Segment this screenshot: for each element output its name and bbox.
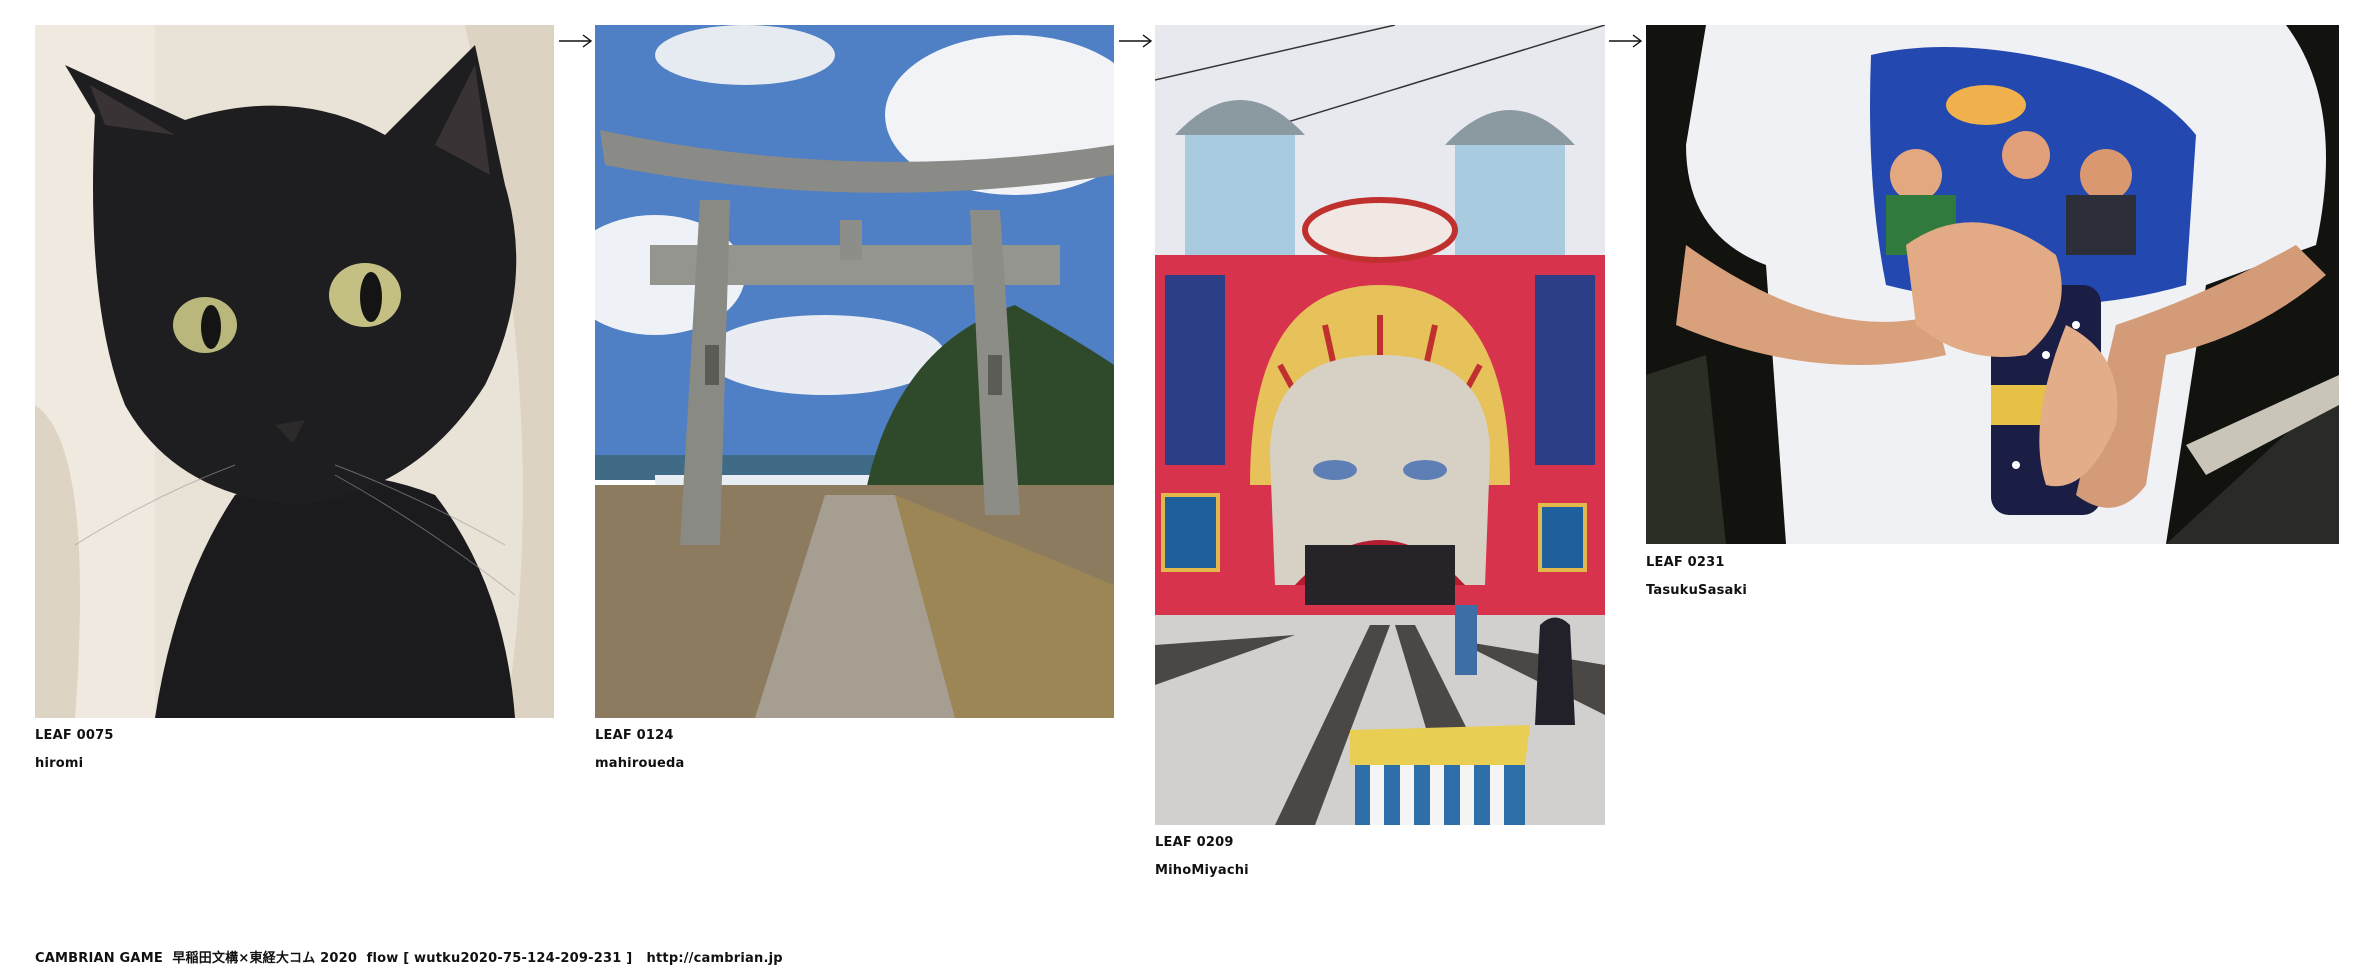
leaf-photo-tshirt[interactable] xyxy=(1646,25,2339,544)
flow-arrow-icon xyxy=(559,32,593,50)
tshirt-image xyxy=(1646,25,2339,544)
leaf-photo-cat[interactable] xyxy=(35,25,554,718)
flow-arrow-icon xyxy=(1119,32,1153,50)
leaf-id: LEAF 0209 xyxy=(1155,835,1234,850)
leaf-photo-luna-park[interactable] xyxy=(1155,25,1605,825)
leaf-id: LEAF 0231 xyxy=(1646,555,1725,570)
leaf-id: LEAF 0075 xyxy=(35,728,114,743)
leaf-id: LEAF 0124 xyxy=(595,728,674,743)
flow-arrow-icon xyxy=(1609,32,1643,50)
leaf-author[interactable]: TasukuSasaki xyxy=(1646,583,1747,598)
leaf-author[interactable]: MihoMiyachi xyxy=(1155,863,1249,878)
luna-park-image xyxy=(1155,25,1605,825)
leaf-author[interactable]: hiromi xyxy=(35,756,83,771)
footer-credits: CAMBRIAN GAME 早稲田文構×東経大コム 2020 flow [ wu… xyxy=(35,951,783,966)
torii-image xyxy=(595,25,1114,718)
cat-image xyxy=(35,25,554,718)
leaf-photo-torii[interactable] xyxy=(595,25,1114,718)
leaf-author[interactable]: mahiroueda xyxy=(595,756,685,771)
